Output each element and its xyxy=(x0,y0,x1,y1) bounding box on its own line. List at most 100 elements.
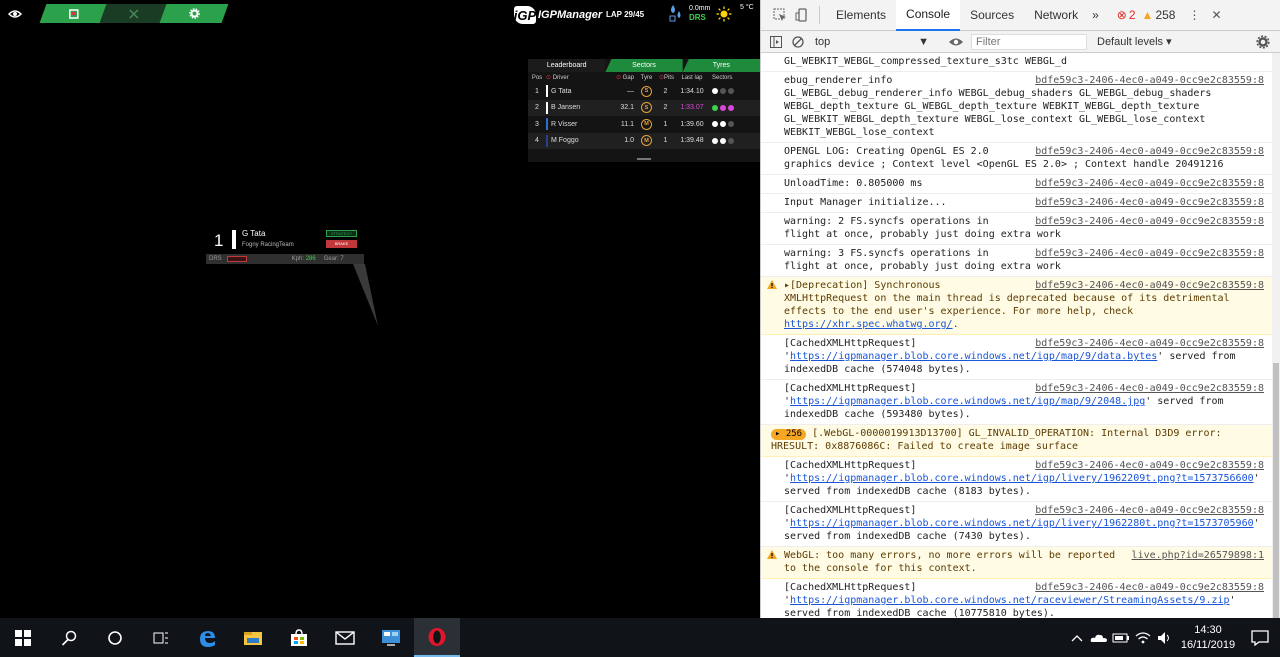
opera-button[interactable] xyxy=(414,618,460,657)
col-gap-label: Gap xyxy=(622,75,634,81)
folder-icon xyxy=(244,631,262,645)
popup-driver-name: G Tata xyxy=(242,229,266,238)
wifi-icon[interactable] xyxy=(1132,631,1154,645)
close-icon[interactable]: ✕ xyxy=(1205,4,1227,26)
tab-tyres[interactable]: Tyres xyxy=(682,59,760,72)
message-link[interactable]: https://xhr.spec.whatwg.org/ xyxy=(784,319,953,330)
source-link[interactable]: bdfe59c3-2406-4ec0-a049-0cc9e2c83559:8 xyxy=(1035,196,1264,209)
message-text: [.WebGL-0000019913D13700] GL_INVALID_OPE… xyxy=(771,428,1222,452)
message-link[interactable]: https://igpmanager.blob.core.windows.net… xyxy=(790,473,1254,484)
row-last-lap: 1:39.60 xyxy=(680,120,704,128)
start-button[interactable] xyxy=(0,618,46,657)
source-link[interactable]: live.php?id=26579898:1 xyxy=(1132,549,1264,562)
clock[interactable]: 14:30 16/11/2019 xyxy=(1176,623,1240,653)
leaderboard-row[interactable]: 4 M Foggo 1.0 M 1 1:39.48 xyxy=(528,132,760,149)
inspect-icon[interactable] xyxy=(769,4,791,26)
source-link[interactable]: bdfe59c3-2406-4ec0-a049-0cc9e2c83559:8 xyxy=(1035,74,1264,87)
eye-icon[interactable] xyxy=(945,31,967,53)
strategy-button[interactable]: STRATEGY xyxy=(326,230,357,237)
setup-tab[interactable] xyxy=(99,4,169,23)
gear-icon[interactable] xyxy=(1252,31,1274,53)
cortana-icon xyxy=(108,630,122,645)
device-toggle-icon[interactable] xyxy=(791,4,813,26)
message-link[interactable]: https://igpmanager.blob.core.windows.net… xyxy=(790,518,1254,529)
console-message: bdfe59c3-2406-4ec0-a049-0cc9e2c83559:8 eb… xyxy=(761,72,1272,143)
clear-console-icon[interactable] xyxy=(787,31,809,53)
kebab-menu-icon[interactable]: ⋮ xyxy=(1183,4,1205,26)
console-scrollbar[interactable] xyxy=(1272,53,1280,618)
settings-tab[interactable] xyxy=(159,4,229,23)
search-button[interactable] xyxy=(46,618,92,657)
system-tray: 14:30 16/11/2019 xyxy=(1066,618,1280,657)
leaderboard-row[interactable]: 3 R Visser 11.1 M 1 1:39.60 xyxy=(528,116,760,133)
rain-icon xyxy=(667,4,685,27)
col-pits[interactable]: ⊙Pits xyxy=(659,74,674,81)
source-link[interactable]: bdfe59c3-2406-4ec0-a049-0cc9e2c83559:8 xyxy=(1035,581,1264,594)
battery-icon[interactable] xyxy=(1110,633,1132,643)
message-link[interactable]: https://igpmanager.blob.core.windows.net… xyxy=(790,595,1230,606)
source-link[interactable]: bdfe59c3-2406-4ec0-a049-0cc9e2c83559:8 xyxy=(1035,177,1264,190)
leaderboard-rows: 1 G Tata — S 2 1:34.10 2 B Jansen 32.1 S 2 1:33.07 3… xyxy=(528,83,760,149)
eye-icon[interactable] xyxy=(7,6,28,22)
source-link[interactable]: bdfe59c3-2406-4ec0-a049-0cc9e2c83559:8 xyxy=(1035,247,1264,260)
igp-logo: iGP IGPManager xyxy=(514,6,602,24)
row-driver: G Tata xyxy=(546,85,608,98)
notifications-icon[interactable] xyxy=(1240,629,1280,646)
onedrive-icon[interactable] xyxy=(1088,633,1110,643)
tab-sources[interactable]: Sources xyxy=(960,0,1024,31)
sector-dot xyxy=(712,137,718,144)
tab-sectors[interactable]: Sectors xyxy=(605,59,683,72)
filter-input[interactable] xyxy=(971,33,1087,50)
chevron-up-icon[interactable] xyxy=(1066,634,1088,642)
row-pos: 2 xyxy=(535,104,539,112)
driver-popup: 1 G Tata Fogny RacingTeam STRATEGY BRAKE… xyxy=(206,227,378,326)
devtools-panel: Elements Console Sources Network » ⊗ 2 ▲ 2… xyxy=(760,0,1280,618)
race-viewer: iGP IGPManager LAP 29/45 0.0mm DRS 5 °C … xyxy=(0,0,760,618)
tab-leaderboard[interactable]: Leaderboard xyxy=(528,59,606,72)
report-tab[interactable] xyxy=(39,4,109,23)
drs-box xyxy=(226,256,247,262)
sidebar-toggle-icon[interactable] xyxy=(765,31,787,53)
row-pits: 2 xyxy=(663,104,668,112)
source-link[interactable]: bdfe59c3-2406-4ec0-a049-0cc9e2c83559:8 xyxy=(1035,279,1264,292)
error-count-value: 2 xyxy=(1128,8,1136,22)
log-levels-select[interactable]: Default levels ▾ xyxy=(1097,35,1172,48)
speed-readout: Kph: 286 xyxy=(292,256,316,262)
cortana-button[interactable] xyxy=(92,618,138,657)
col-gap[interactable]: ⊙ Gap xyxy=(608,74,634,81)
warning-count[interactable]: ▲ 258 xyxy=(1142,8,1176,22)
source-link[interactable]: bdfe59c3-2406-4ec0-a049-0cc9e2c83559:8 xyxy=(1035,145,1264,158)
volume-icon[interactable] xyxy=(1154,631,1176,645)
tab-network[interactable]: Network xyxy=(1024,0,1088,31)
message-link[interactable]: https://igpmanager.blob.core.windows.net… xyxy=(790,351,1157,362)
task-view-button[interactable] xyxy=(138,618,184,657)
popup-team-name: Fogny RacingTeam xyxy=(242,242,294,248)
console-message: bdfe59c3-2406-4ec0-a049-0cc9e2c83559:8 [C… xyxy=(761,502,1272,547)
error-count[interactable]: ⊗ 2 xyxy=(1117,8,1136,22)
store-button[interactable] xyxy=(276,618,322,657)
file-explorer-button[interactable] xyxy=(230,618,276,657)
tab-elements[interactable]: Elements xyxy=(826,0,896,31)
mail-button[interactable] xyxy=(322,618,368,657)
leaderboard-row[interactable]: 2 B Jansen 32.1 S 2 1:33.07 xyxy=(528,99,760,116)
row-driver: R Visser xyxy=(546,118,608,131)
source-link[interactable]: bdfe59c3-2406-4ec0-a049-0cc9e2c83559:8 xyxy=(1035,459,1264,472)
brake-button[interactable]: BRAKE xyxy=(326,240,357,248)
leaderboard-row[interactable]: 1 G Tata — S 2 1:34.10 xyxy=(528,83,760,100)
control-panel-button[interactable] xyxy=(368,618,414,657)
edge-button[interactable] xyxy=(184,618,230,657)
source-link[interactable]: bdfe59c3-2406-4ec0-a049-0cc9e2c83559:8 xyxy=(1035,504,1264,517)
col-driver[interactable]: ⊙ Driver xyxy=(546,74,608,82)
source-link[interactable]: bdfe59c3-2406-4ec0-a049-0cc9e2c83559:8 xyxy=(1035,337,1264,350)
more-tabs-icon[interactable]: » xyxy=(1088,0,1103,31)
source-link[interactable]: bdfe59c3-2406-4ec0-a049-0cc9e2c83559:8 xyxy=(1035,215,1264,228)
resize-handle[interactable] xyxy=(637,158,651,160)
scrollbar-thumb[interactable] xyxy=(1273,363,1279,618)
context-select[interactable]: top ▼ xyxy=(809,33,935,51)
tab-console[interactable]: Console xyxy=(896,0,961,31)
search-icon xyxy=(61,630,77,646)
source-link[interactable]: bdfe59c3-2406-4ec0-a049-0cc9e2c83559:8 xyxy=(1035,382,1264,395)
row-driver: B Jansen xyxy=(546,101,608,114)
message-link[interactable]: https://igpmanager.blob.core.windows.net… xyxy=(790,396,1145,407)
console-message: bdfe59c3-2406-4ec0-a049-0cc9e2c83559:8 [C… xyxy=(761,335,1272,380)
